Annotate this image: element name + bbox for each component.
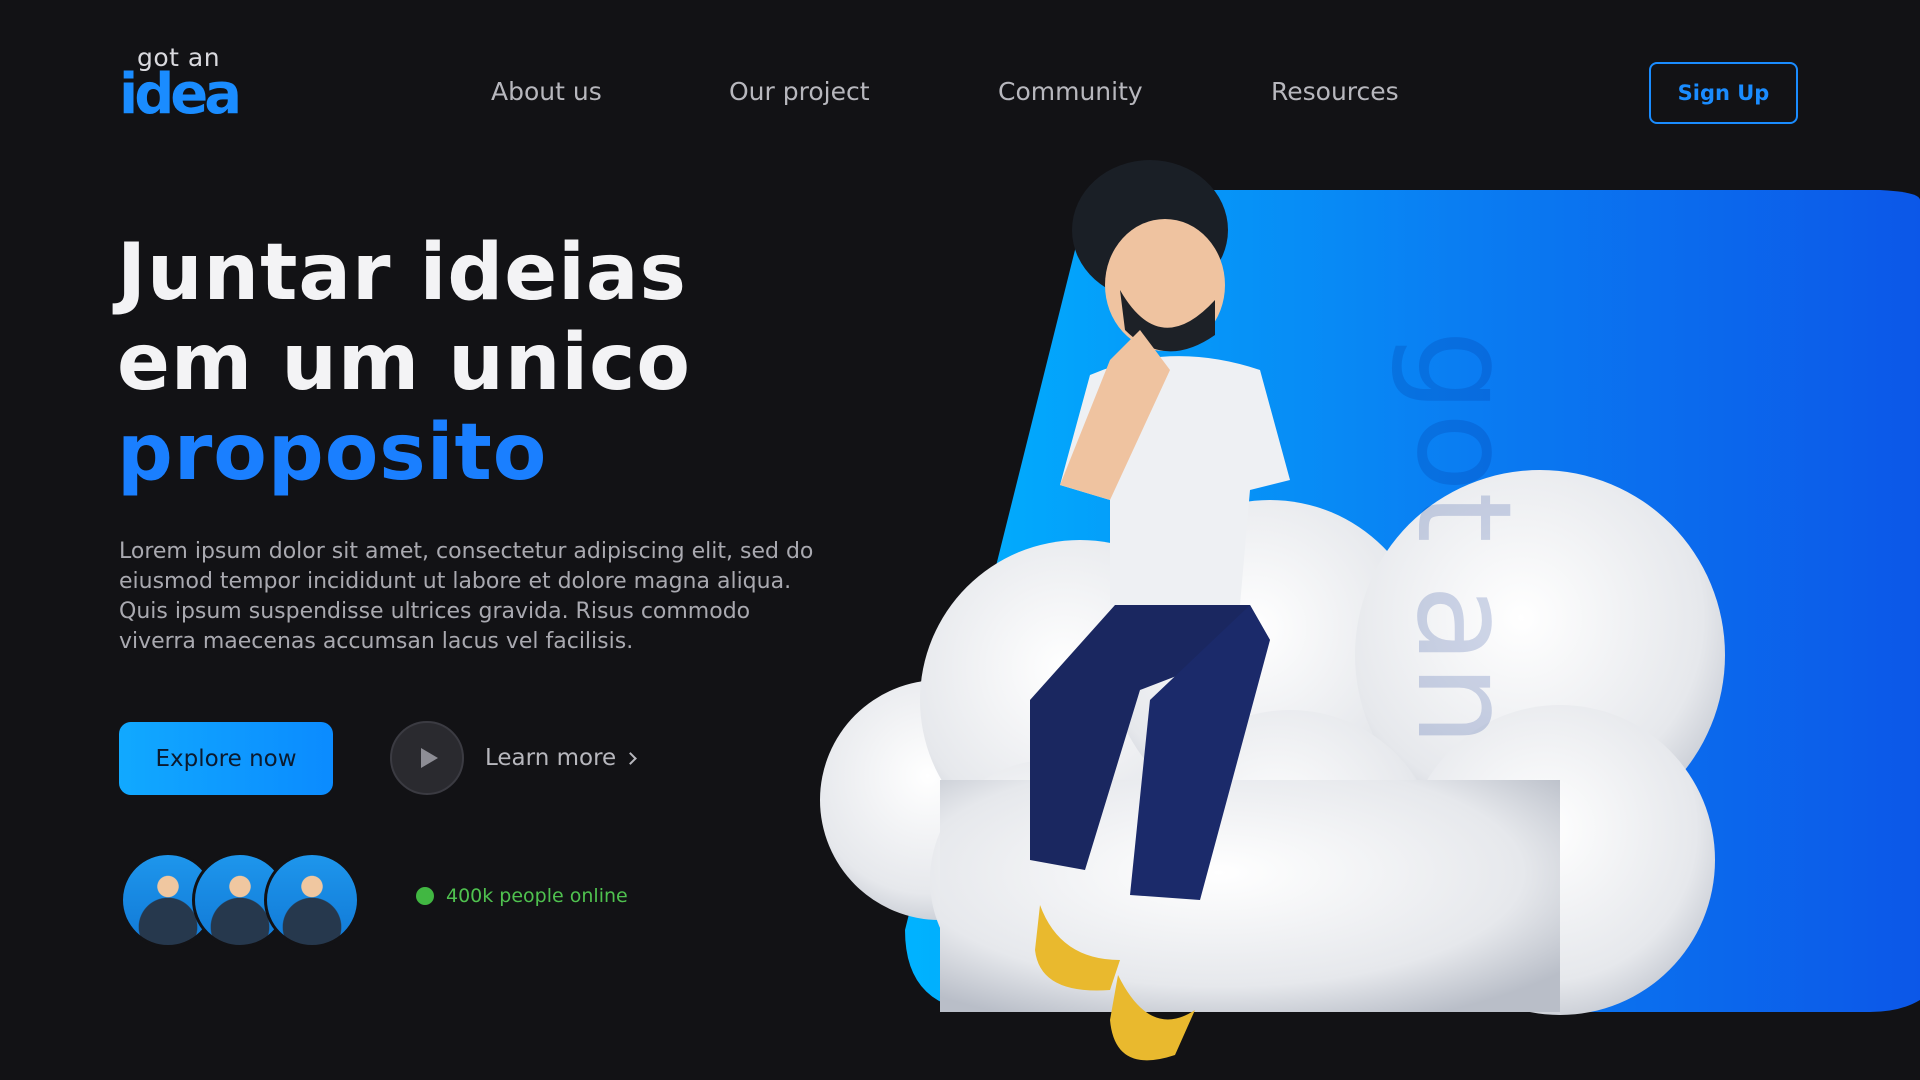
brand-logo[interactable]: got an idea (119, 44, 242, 126)
cloud (820, 470, 1725, 1015)
play-icon (421, 748, 438, 768)
online-dot-icon (416, 887, 434, 905)
online-status: 400k people online (416, 885, 628, 907)
avatar-group (120, 852, 365, 952)
avatar (264, 852, 360, 948)
headline-line-3: proposito (117, 408, 548, 498)
hero-description: Lorem ipsum dolor sit amet, consectetur … (119, 539, 814, 654)
explore-now-button[interactable]: Explore now (119, 722, 333, 795)
headline-line-2: em um unico (117, 318, 691, 408)
headline-line-1: Juntar ideias (117, 228, 687, 318)
nav-resources[interactable]: Resources (1271, 72, 1399, 112)
learn-more-link[interactable]: Learn more (485, 740, 638, 776)
play-video-button[interactable] (390, 721, 464, 795)
learn-more-label: Learn more (485, 745, 617, 771)
chevron-right-icon (624, 752, 638, 765)
logo-word-text: idea (119, 62, 242, 127)
nav-community[interactable]: Community (998, 72, 1143, 112)
nav-our-project[interactable]: Our project (729, 72, 870, 112)
nav-about-us[interactable]: About us (491, 72, 602, 112)
sign-up-button[interactable]: Sign Up (1649, 62, 1798, 124)
watermark-text: got an (1388, 330, 1540, 747)
hero-headline: Juntar ideias em um unico proposito (117, 228, 691, 498)
online-count: 400k people online (446, 885, 628, 907)
